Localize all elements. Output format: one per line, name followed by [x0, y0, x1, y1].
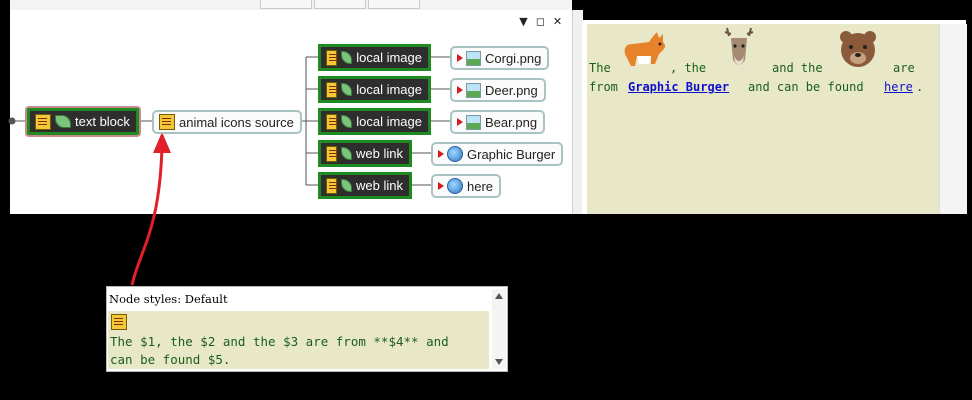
node-link-here[interactable]: here	[431, 174, 502, 198]
note-icon	[326, 49, 339, 66]
node-label: Deer.png	[485, 82, 538, 98]
node-animal-icons-source[interactable]: animal icons source	[152, 110, 302, 134]
leaf-icon	[341, 83, 353, 96]
note-icon	[159, 114, 175, 130]
html-text: and the	[772, 61, 823, 75]
note-icon	[326, 81, 339, 98]
node-label: here	[467, 178, 494, 194]
node-label: text block	[75, 114, 130, 129]
note-icon	[35, 113, 51, 130]
node-note-editor[interactable]: Node styles: Default The $1, the $2 and …	[106, 286, 508, 372]
editor-text-line: can be found $5.	[110, 352, 231, 367]
link-arrow-icon	[457, 86, 463, 94]
html-text: and can be found	[748, 80, 864, 94]
node-label: local image	[356, 82, 422, 97]
node-web-link[interactable]: web link	[318, 140, 412, 167]
image-icon	[466, 82, 481, 98]
scroll-up-icon[interactable]	[495, 293, 503, 299]
html-text: from	[589, 80, 618, 94]
leaf-icon	[55, 115, 71, 128]
note-icon	[111, 314, 127, 330]
html-text: The	[589, 61, 611, 75]
image-icon	[466, 114, 481, 130]
root-handle	[8, 117, 16, 125]
globe-icon	[447, 178, 463, 194]
image-icon	[466, 50, 481, 66]
globe-icon	[447, 146, 463, 162]
node-label: Bear.png	[485, 114, 538, 130]
node-local-image[interactable]: local image	[318, 44, 431, 71]
scroll-down-icon[interactable]	[495, 359, 503, 365]
deer-icon	[724, 27, 754, 65]
editor-body[interactable]: The $1, the $2 and the $3 are from **$4*…	[108, 311, 489, 369]
node-label: web link	[356, 178, 403, 193]
node-local-image[interactable]: local image	[318, 108, 431, 135]
node-link-deer[interactable]: Deer.png	[450, 78, 546, 102]
node-link-graphic-burger[interactable]: Graphic Burger	[431, 142, 564, 166]
leaf-icon	[341, 51, 353, 64]
link-arrow-icon	[438, 182, 444, 190]
node-text-block[interactable]: text block	[27, 108, 139, 135]
pointer-arrow-line	[130, 144, 164, 286]
leaf-icon	[341, 179, 353, 192]
here-link[interactable]: here	[884, 80, 913, 94]
leaf-icon	[341, 147, 353, 160]
node-link-bear[interactable]: Bear.png	[450, 110, 546, 134]
note-icon	[326, 145, 339, 162]
html-text: are	[893, 61, 915, 75]
link-arrow-icon	[457, 118, 463, 126]
node-local-image[interactable]: local image	[318, 76, 431, 103]
corgi-icon	[624, 32, 665, 66]
bear-icon	[840, 31, 876, 67]
leaf-icon	[341, 115, 353, 128]
html-view-content: The , the and the are from Graphic Burge…	[587, 24, 939, 214]
editor-title: Node styles: Default	[109, 292, 228, 306]
note-icon	[326, 113, 339, 130]
node-label: Graphic Burger	[467, 146, 556, 162]
editor-text[interactable]: The $1, the $2 and the $3 are from **$4*…	[110, 333, 488, 369]
html-text: .	[916, 80, 924, 94]
node-web-link[interactable]: web link	[318, 172, 412, 199]
link-arrow-icon	[438, 150, 444, 158]
editor-scrollbar[interactable]	[492, 289, 506, 369]
node-label: local image	[356, 50, 422, 65]
html-view-scrollbar[interactable]	[939, 24, 967, 214]
node-label: web link	[356, 146, 403, 161]
node-link-corgi[interactable]: Corgi.png	[450, 46, 550, 70]
node-label: animal icons source	[179, 114, 294, 130]
node-label: local image	[356, 114, 422, 129]
pointer-arrow-head	[153, 132, 171, 153]
node-label: Corgi.png	[485, 50, 542, 66]
graphic-burger-link[interactable]: Graphic Burger	[628, 80, 729, 94]
editor-text-line: The $1, the $2 and the $3 are from **$4*…	[110, 334, 449, 349]
note-icon	[326, 177, 339, 194]
html-text: , the	[670, 61, 707, 75]
link-arrow-icon	[457, 54, 463, 62]
